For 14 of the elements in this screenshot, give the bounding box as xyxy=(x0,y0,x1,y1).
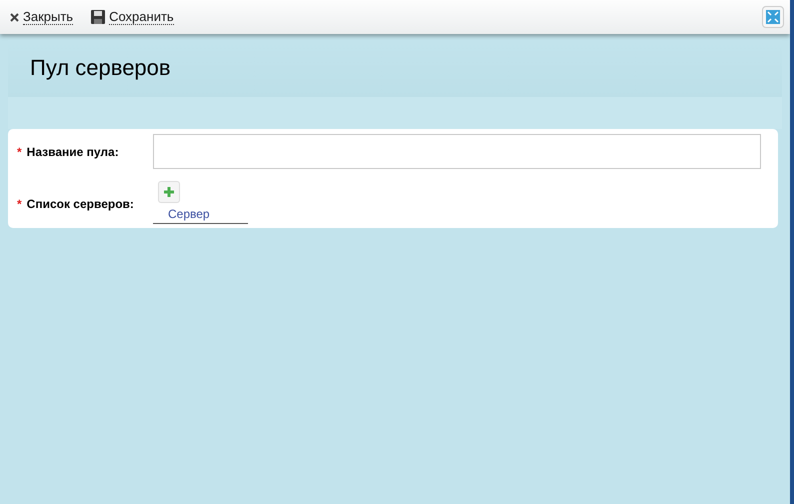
required-mark: * xyxy=(17,196,22,213)
name-input[interactable] xyxy=(153,134,761,169)
page-title: Пул серверов xyxy=(30,55,171,82)
maximize-button[interactable] xyxy=(762,6,784,28)
close-icon xyxy=(10,12,19,22)
plus-icon xyxy=(164,187,174,197)
field-label: Название пула: xyxy=(26,144,119,160)
save-icon xyxy=(91,10,106,24)
save-link[interactable]: Сохранить xyxy=(109,10,174,24)
close-link[interactable]: Закрыть xyxy=(23,10,74,24)
required-mark: * xyxy=(17,144,22,160)
add-button[interactable] xyxy=(158,181,180,203)
field-label: Список серверов: xyxy=(26,196,134,213)
column-header: Сервер xyxy=(153,203,248,224)
